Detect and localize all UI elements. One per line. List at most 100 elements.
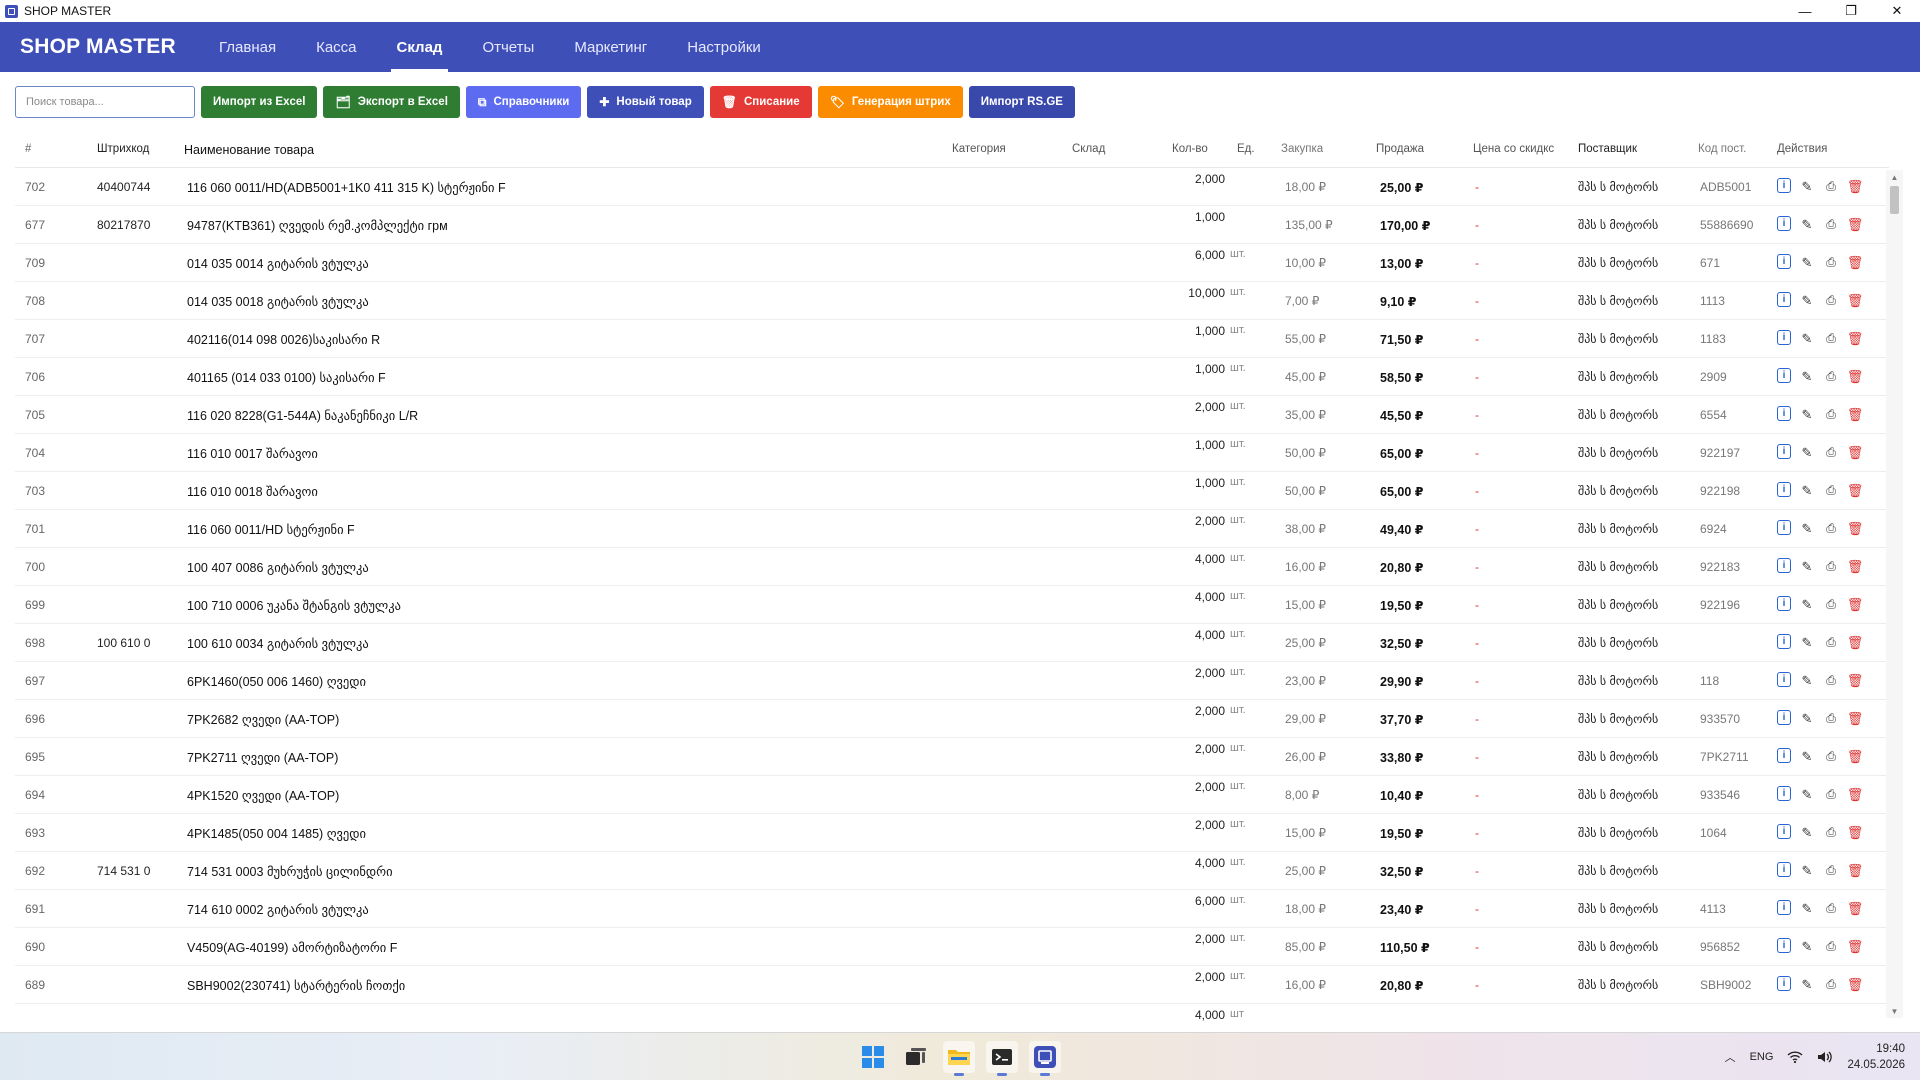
print-icon[interactable]: ⎙ xyxy=(1823,444,1839,460)
minimize-button[interactable]: — xyxy=(1782,0,1828,22)
edit-pencil-icon[interactable]: ✎ xyxy=(1799,824,1815,840)
col-header-code[interactable]: Код пост. xyxy=(1698,143,1768,155)
delete-trash-icon[interactable]: 🗑 xyxy=(1847,596,1864,612)
nav-item-2[interactable]: Склад xyxy=(390,22,449,72)
nav-item-4[interactable]: Маркетинг xyxy=(574,22,647,72)
shop-master-taskbar-button[interactable] xyxy=(1029,1041,1061,1076)
info-icon[interactable]: i xyxy=(1777,862,1791,877)
table-row[interactable]: 705 116 020 8228(G1-544A) ნაკანეჩნიკი L/R… xyxy=(15,396,1889,434)
delete-trash-icon[interactable]: 🗑 xyxy=(1847,292,1864,308)
search-box[interactable] xyxy=(15,86,195,118)
info-icon[interactable]: i xyxy=(1777,406,1791,421)
col-header-discount[interactable]: Цена со скидкс xyxy=(1473,143,1573,155)
write-off-button[interactable]: 🗑 Списание xyxy=(709,86,812,118)
edit-pencil-icon[interactable]: ✎ xyxy=(1799,254,1815,270)
info-icon[interactable]: i xyxy=(1777,900,1791,915)
edit-pencil-icon[interactable]: ✎ xyxy=(1799,710,1815,726)
task-view-button[interactable] xyxy=(900,1041,932,1073)
taskbar-clock[interactable]: 19:40 24.05.2026 xyxy=(1847,1041,1905,1073)
delete-trash-icon[interactable]: 🗑 xyxy=(1847,748,1864,764)
info-icon[interactable]: i xyxy=(1777,482,1791,497)
scrollbar-thumb[interactable] xyxy=(1890,186,1899,214)
col-header-sell[interactable]: Продажа xyxy=(1376,143,1451,155)
print-icon[interactable]: ⎙ xyxy=(1823,596,1839,612)
print-icon[interactable]: ⎙ xyxy=(1823,748,1839,764)
table-row[interactable]: 694 4PK1520 ღვედი (AA-TOP) 2,000 шт. 8,00 ₽ 1… xyxy=(15,776,1889,814)
col-header-warehouse[interactable]: Склад xyxy=(1072,143,1132,155)
table-row[interactable]: 691 714 610 0002 გიტარის ვტულკა 6,000 шт. 18… xyxy=(15,890,1889,928)
col-header-name[interactable]: Наименование товара xyxy=(184,143,684,157)
edit-pencil-icon[interactable]: ✎ xyxy=(1799,368,1815,384)
delete-trash-icon[interactable]: 🗑 xyxy=(1847,634,1864,650)
delete-trash-icon[interactable]: 🗑 xyxy=(1847,824,1864,840)
language-indicator[interactable]: ENG xyxy=(1750,1051,1774,1063)
edit-pencil-icon[interactable]: ✎ xyxy=(1799,748,1815,764)
generate-barcode-button[interactable]: 🏷 Генерация штрих xyxy=(817,86,963,118)
file-explorer-button[interactable] xyxy=(943,1041,975,1076)
tray-overflow-chevron-icon[interactable]: ︿ xyxy=(1725,1049,1736,1065)
print-icon[interactable]: ⎙ xyxy=(1823,178,1839,194)
col-header-category[interactable]: Категория xyxy=(952,143,1052,155)
edit-pencil-icon[interactable]: ✎ xyxy=(1799,444,1815,460)
info-icon[interactable]: i xyxy=(1777,254,1791,269)
info-icon[interactable]: i xyxy=(1777,976,1791,991)
delete-trash-icon[interactable]: 🗑 xyxy=(1847,938,1864,954)
nav-item-5[interactable]: Настройки xyxy=(687,22,761,72)
col-header-barcode[interactable]: Штрихкод xyxy=(97,143,172,155)
import-excel-button[interactable]: Импорт из Excel xyxy=(201,86,318,118)
print-icon[interactable]: ⎙ xyxy=(1823,976,1839,992)
table-row[interactable]: 693 4PK1485(050 004 1485) ღვედი 2,000 шт. 15… xyxy=(15,814,1889,852)
info-icon[interactable]: i xyxy=(1777,368,1791,383)
wifi-icon[interactable] xyxy=(1787,1050,1803,1064)
delete-trash-icon[interactable]: 🗑 xyxy=(1847,520,1864,536)
delete-trash-icon[interactable]: 🗑 xyxy=(1847,178,1864,194)
table-row[interactable]: 696 7PK2682 ღვედი (AA-TOP) 2,000 шт. 29,00 ₽… xyxy=(15,700,1889,738)
edit-pencil-icon[interactable]: ✎ xyxy=(1799,178,1815,194)
edit-pencil-icon[interactable]: ✎ xyxy=(1799,520,1815,536)
delete-trash-icon[interactable]: 🗑 xyxy=(1847,672,1864,688)
table-row-partial[interactable]: 4,000 шт xyxy=(15,1004,1889,1030)
delete-trash-icon[interactable]: 🗑 xyxy=(1847,976,1864,992)
info-icon[interactable]: i xyxy=(1777,444,1791,459)
delete-trash-icon[interactable]: 🗑 xyxy=(1847,254,1864,270)
delete-trash-icon[interactable]: 🗑 xyxy=(1847,216,1864,232)
edit-pencil-icon[interactable]: ✎ xyxy=(1799,672,1815,688)
print-icon[interactable]: ⎙ xyxy=(1823,330,1839,346)
table-row[interactable]: 689 SBH9002(230741) სტარტერის ჩოთქი 2,000 ш… xyxy=(15,966,1889,1004)
print-icon[interactable]: ⎙ xyxy=(1823,938,1839,954)
info-icon[interactable]: i xyxy=(1777,938,1791,953)
table-row[interactable]: 701 116 060 0011/HD სტერჟინი F 2,000 шт. 38,… xyxy=(15,510,1889,548)
table-row[interactable]: 708 014 035 0018 გიტარის ვტულკა 10,000 шт. 7… xyxy=(15,282,1889,320)
info-icon[interactable]: i xyxy=(1777,292,1791,307)
delete-trash-icon[interactable]: 🗑 xyxy=(1847,330,1864,346)
edit-pencil-icon[interactable]: ✎ xyxy=(1799,406,1815,422)
table-row[interactable]: 692 714 531 0 714 531 0003 მუხრუჭის ცილინდ… xyxy=(15,852,1889,890)
delete-trash-icon[interactable]: 🗑 xyxy=(1847,368,1864,384)
directories-button[interactable]: ⧉ Справочники xyxy=(465,86,582,118)
print-icon[interactable]: ⎙ xyxy=(1823,216,1839,232)
start-button[interactable] xyxy=(857,1041,889,1073)
scroll-up-arrow-icon[interactable]: ▲ xyxy=(1886,170,1903,184)
info-icon[interactable]: i xyxy=(1777,520,1791,535)
edit-pencil-icon[interactable]: ✎ xyxy=(1799,558,1815,574)
table-row[interactable]: 677 80217870 94787(KTB361) ღვედის რემ.კომპ… xyxy=(15,206,1889,244)
print-icon[interactable]: ⎙ xyxy=(1823,672,1839,688)
table-row[interactable]: 707 402116(014 098 0026)საკისარი R 1,000 шт… xyxy=(15,320,1889,358)
edit-pencil-icon[interactable]: ✎ xyxy=(1799,634,1815,650)
delete-trash-icon[interactable]: 🗑 xyxy=(1847,900,1864,916)
info-icon[interactable]: i xyxy=(1777,824,1791,839)
delete-trash-icon[interactable]: 🗑 xyxy=(1847,406,1864,422)
print-icon[interactable]: ⎙ xyxy=(1823,482,1839,498)
print-icon[interactable]: ⎙ xyxy=(1823,368,1839,384)
print-icon[interactable]: ⎙ xyxy=(1823,634,1839,650)
info-icon[interactable]: i xyxy=(1777,786,1791,801)
info-icon[interactable]: i xyxy=(1777,178,1791,193)
scroll-down-arrow-icon[interactable]: ▼ xyxy=(1886,1004,1903,1018)
table-row[interactable]: 703 116 010 0018 შარავოი 1,000 шт. 50,00 ₽ 65… xyxy=(15,472,1889,510)
edit-pencil-icon[interactable]: ✎ xyxy=(1799,862,1815,878)
print-icon[interactable]: ⎙ xyxy=(1823,558,1839,574)
edit-pencil-icon[interactable]: ✎ xyxy=(1799,976,1815,992)
print-icon[interactable]: ⎙ xyxy=(1823,824,1839,840)
nav-item-1[interactable]: Касса xyxy=(316,22,356,72)
table-row[interactable]: 699 100 710 0006 უკანა შტანგის ვტულკა 4,00… xyxy=(15,586,1889,624)
